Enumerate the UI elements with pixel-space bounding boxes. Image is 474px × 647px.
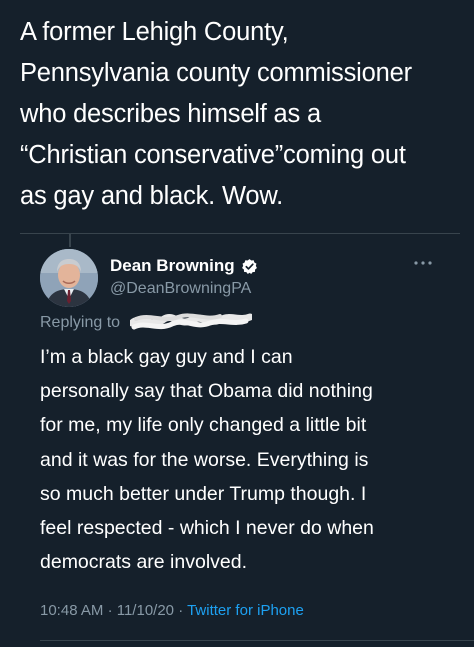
avatar[interactable] [40,249,98,307]
author-handle[interactable]: @DeanBrowningPA [110,280,251,298]
tweet-text-line: for me, my life only changed a little bi… [40,414,367,437]
separator: · [178,602,184,619]
caption-line: Pennsylvania county commissioner [20,59,412,87]
tweet-time[interactable]: 10:48 AM [40,602,103,619]
caption-line: as gay and black. Wow. [20,182,284,210]
divider [20,233,460,234]
author-name[interactable]: Dean Browning [110,256,235,276]
redaction-scribble [128,307,254,335]
tweet-source-link[interactable]: Twitter for iPhone [187,602,304,619]
replying-to-label: Replying to [40,314,121,331]
tweet-text-line: I’m a black gay guy and I can [40,346,293,368]
tweet-text-line: democrats are involved. [40,551,248,574]
more-options-icon[interactable] [412,256,434,270]
tweet-date[interactable]: 11/10/20 [117,602,174,619]
tweet-text: I’m a black gay guy and I can personally… [40,340,460,579]
caption-line: who describes himself as a [20,100,321,128]
caption-line: A former Lehigh County, [20,18,289,46]
tweet-text-line: feel respected - which I never do when [40,517,374,540]
quote-caption: A former Lehigh County, Pennsylvania cou… [20,12,460,217]
caption-line: “Christian conservative”coming out [20,141,406,169]
tweet-text-line: and it was for the worse. Everything is [40,448,369,471]
verified-badge-icon [241,258,258,275]
author-row: Dean Browning [110,256,258,276]
separator: · [107,602,113,619]
tweet-metadata: 10:48 AM · 11/10/20 · Twitter for iPhone [40,602,304,619]
tweet-text-line: so much better under Trump though. I [40,482,367,505]
divider [40,640,474,641]
tweet-text-line: personally say that Obama did nothing [40,380,373,403]
thread-connector-line [69,233,71,247]
